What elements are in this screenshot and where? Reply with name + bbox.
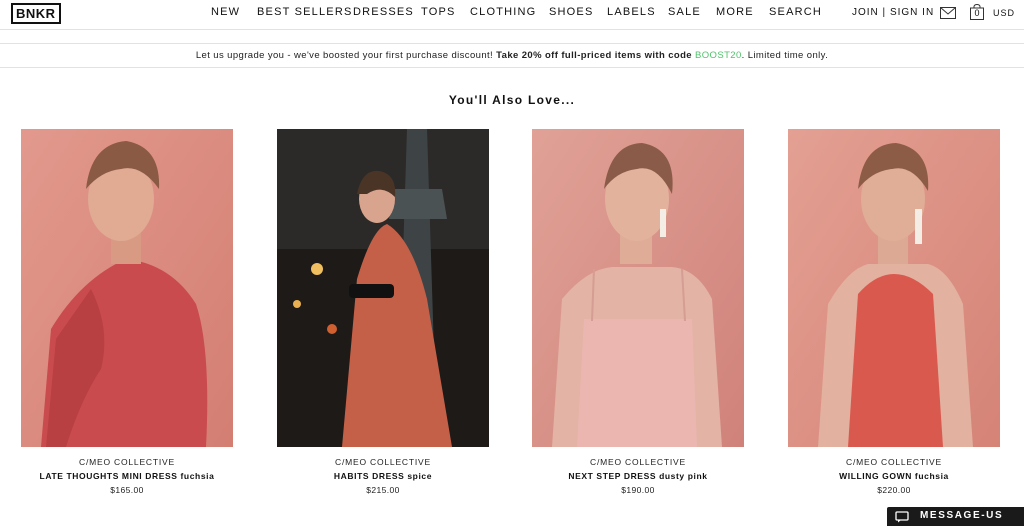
product-image[interactable]	[21, 129, 233, 447]
nav-item-labels[interactable]: LABELS	[607, 6, 656, 18]
product-image[interactable]	[277, 129, 489, 447]
product-card[interactable]: C/MEO COLLECTIVE LATE THOUGHTS MINI DRES…	[21, 129, 233, 495]
product-name[interactable]: LATE THOUGHTS MINI DRESS fuchsia	[21, 471, 233, 481]
promo-top-divider	[0, 43, 1024, 44]
product-image[interactable]	[788, 129, 1000, 447]
promo-bottom-divider	[0, 67, 1024, 68]
product-name[interactable]: WILLING GOWN fuchsia	[788, 471, 1000, 481]
nav-item-new[interactable]: NEW	[211, 6, 240, 18]
promo-offer: Take 20% off full-priced items with code	[496, 50, 692, 61]
brand-logo[interactable]: BNKR	[11, 3, 61, 24]
product-price: $215.00	[366, 485, 400, 495]
chat-bubble-icon	[895, 511, 909, 523]
product-price: $190.00	[621, 485, 655, 495]
product-brand: C/MEO COLLECTIVE	[590, 457, 686, 467]
bag-count: 0	[974, 8, 980, 18]
product-card[interactable]: C/MEO COLLECTIVE HABITS DRESS spice $215…	[277, 129, 489, 495]
product-price: $165.00	[110, 485, 144, 495]
promo-tail: . Limited time only.	[741, 50, 829, 61]
nav-item-dresses[interactable]: DRESSES	[353, 6, 414, 18]
product-card[interactable]: C/MEO COLLECTIVE WILLING GOWN fuchsia $2…	[788, 129, 1000, 495]
promo-banner: Let us upgrade you - we've boosted your …	[0, 50, 1024, 61]
product-brand: C/MEO COLLECTIVE	[846, 457, 942, 467]
product-card[interactable]: C/MEO COLLECTIVE NEXT STEP DRESS dusty p…	[532, 129, 744, 495]
sign-in-link[interactable]: SIGN IN	[890, 7, 934, 18]
envelope-icon[interactable]	[940, 7, 956, 19]
message-us-label: MESSAGE-US	[920, 510, 1004, 521]
nav-item-clothing[interactable]: CLOTHING	[470, 6, 536, 18]
site-header: BNKR NEW BEST SELLERS DRESSES TOPS CLOTH…	[0, 0, 1024, 27]
account-separator: |	[878, 7, 890, 18]
promo-code: BOOST20	[695, 50, 742, 61]
section-title: You'll Also Love...	[448, 93, 576, 107]
product-image[interactable]	[532, 129, 744, 447]
nav-item-more[interactable]: MORE	[716, 6, 754, 18]
promo-lead: Let us upgrade you - we've boosted your …	[195, 50, 494, 61]
currency-selector[interactable]: USD	[993, 8, 1015, 18]
product-name[interactable]: NEXT STEP DRESS dusty pink	[532, 471, 744, 481]
header-divider	[0, 29, 1024, 30]
nav-item-search[interactable]: SEARCH	[769, 6, 822, 18]
product-price: $220.00	[877, 485, 911, 495]
message-us-button[interactable]: MESSAGE-US	[887, 507, 1024, 526]
product-brand: C/MEO COLLECTIVE	[335, 457, 431, 467]
nav-item-best-sellers[interactable]: BEST SELLERS	[257, 6, 353, 18]
nav-item-sale[interactable]: SALE	[668, 6, 701, 18]
product-brand: C/MEO COLLECTIVE	[79, 457, 175, 467]
account-links: JOIN | SIGN IN	[852, 7, 934, 18]
product-name[interactable]: HABITS DRESS spice	[277, 471, 489, 481]
nav-item-tops[interactable]: TOPS	[421, 6, 456, 18]
nav-item-shoes[interactable]: SHOES	[549, 6, 594, 18]
join-link[interactable]: JOIN	[852, 7, 879, 18]
